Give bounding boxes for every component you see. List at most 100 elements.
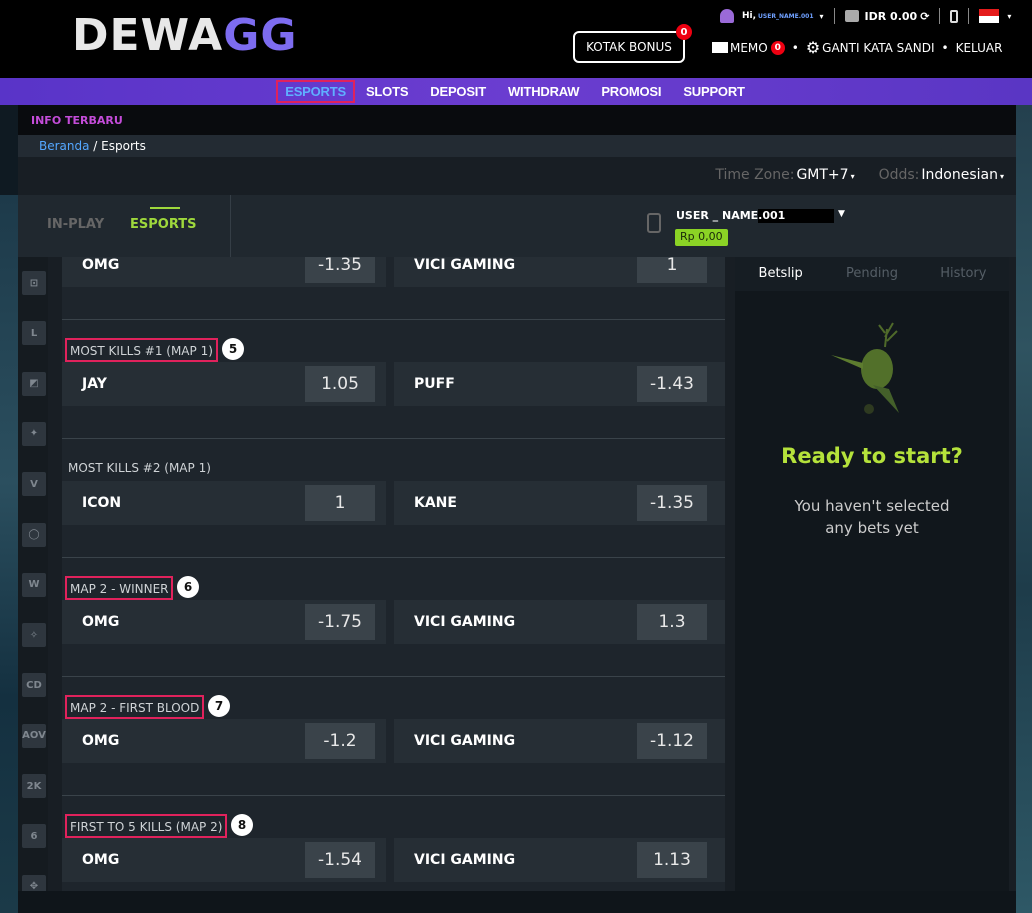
tab-pending[interactable]: Pending: [826, 257, 917, 291]
nav-item-slots[interactable]: SLOTS: [355, 84, 419, 99]
nav-item-deposit[interactable]: DEPOSIT: [419, 84, 497, 99]
odds-button[interactable]: 1.05: [305, 366, 375, 402]
aov-icon[interactable]: AOV: [22, 723, 46, 748]
team-name: VICI GAMING: [414, 852, 516, 868]
team-name: PUFF: [414, 376, 455, 392]
warcraft-icon[interactable]: W: [22, 572, 46, 597]
cod-icon[interactable]: CD: [22, 673, 46, 698]
selection-away[interactable]: VICI GAMING 1.3: [394, 600, 725, 644]
odds-select[interactable]: Indonesian ▾: [921, 167, 1004, 183]
betslip-empty-message: You haven't selected any bets yet: [735, 495, 1009, 539]
logout-link[interactable]: KELUAR: [956, 41, 1003, 55]
odds-button[interactable]: -1.43: [637, 366, 707, 402]
selection-away[interactable]: KANE -1.35: [394, 481, 725, 525]
selection-away[interactable]: VICI GAMING 1.13: [394, 838, 725, 882]
divider: [62, 795, 725, 796]
divider: [833, 8, 835, 24]
indonesia-flag-icon[interactable]: [979, 9, 1000, 23]
market-title: MOST KILLS #2 (MAP 1): [68, 461, 211, 475]
site-header: DEWAGG Hi, USER_NAME.001 ▾ IDR 0.00 ⟳ ▾ …: [0, 0, 1032, 78]
selection-home[interactable]: JAY 1.05: [62, 362, 386, 406]
selection-home[interactable]: OMG -1.54: [62, 838, 386, 882]
team-name: OMG: [82, 614, 120, 630]
logo-accent: GG: [223, 10, 298, 61]
username-link[interactable]: USER_NAME.001: [758, 13, 813, 20]
memo-link[interactable]: MEMO: [730, 41, 768, 55]
timezone-label: Time Zone:: [715, 167, 795, 183]
tab-in-play[interactable]: IN-PLAY: [47, 217, 104, 232]
odds-button[interactable]: 1: [637, 257, 707, 283]
lol-icon[interactable]: L: [22, 321, 46, 346]
odds-button[interactable]: -1.75: [305, 604, 375, 640]
market-list: OMG -1.35 VICI GAMING 1 MOST KILLS #1 (MAP 1…: [62, 257, 725, 891]
odds-button[interactable]: -1.2: [305, 723, 375, 759]
change-password-link[interactable]: GANTI KATA SANDI: [822, 41, 934, 55]
odds-button[interactable]: 1.3: [637, 604, 707, 640]
tab-betslip[interactable]: Betslip: [735, 257, 826, 291]
greeting: Hi,: [742, 11, 757, 21]
pad-icon[interactable]: ⊡: [22, 271, 46, 295]
divider: [230, 195, 231, 257]
team-name: JAY: [82, 376, 107, 392]
divider: [62, 676, 725, 677]
nav-item-promosi[interactable]: PROMOSI: [590, 84, 672, 99]
bonus-count-badge: 0: [676, 24, 692, 40]
selection-home[interactable]: ICON 1: [62, 481, 386, 525]
nav-item-withdraw[interactable]: WITHDRAW: [497, 84, 590, 99]
betslip-tabs: Betslip Pending History: [735, 257, 1009, 291]
nav-item-esports[interactable]: ESPORTS: [276, 80, 355, 103]
odds-button[interactable]: 1: [305, 485, 375, 521]
market-title: FIRST TO 5 KILLS (MAP 2): [65, 814, 228, 838]
odds-button[interactable]: -1.12: [637, 723, 707, 759]
selection-away[interactable]: VICI GAMING -1.12: [394, 719, 725, 763]
hots-icon[interactable]: V: [22, 472, 46, 497]
breadcrumb-separator: /: [89, 139, 102, 153]
bonus-box-button[interactable]: KOTAK BONUS 0: [573, 24, 692, 63]
gear-icon: ⚙: [805, 38, 821, 57]
market-row: OMG -1.35 VICI GAMING 1: [62, 257, 725, 321]
nba2k-icon[interactable]: 2K: [22, 774, 46, 798]
logo-main: DEWA: [72, 10, 224, 61]
chevron-down-icon: ▾: [850, 172, 855, 181]
market-row: MOST KILLS #2 (MAP 1) ICON 1 KANE -1.35: [62, 440, 725, 559]
wolf-icon[interactable]: ✧: [22, 623, 46, 648]
betslip-panel: Betslip Pending History Ready to start? …: [735, 257, 1009, 891]
breadcrumb-home-link[interactable]: Beranda: [39, 139, 89, 153]
betslip-empty-title: Ready to start?: [781, 444, 963, 468]
selection-away[interactable]: PUFF -1.43: [394, 362, 725, 406]
odds-button[interactable]: 1.13: [637, 842, 707, 878]
csgo-icon[interactable]: ✦: [22, 421, 46, 446]
user-icon: [720, 9, 734, 23]
odds-value: Indonesian: [921, 167, 998, 183]
overwatch-icon[interactable]: ◯: [22, 522, 46, 547]
nav-item-support[interactable]: SUPPORT: [672, 84, 755, 99]
market-row: MAP 2 - WINNER 6 OMG -1.75 VICI GAMING 1.3: [62, 559, 725, 678]
site-logo[interactable]: DEWAGG: [72, 12, 297, 60]
market-row: MOST KILLS #1 (MAP 1) 5 JAY 1.05 PUFF -1.43: [62, 321, 725, 440]
odds-label: Odds:: [878, 167, 920, 183]
odds-button[interactable]: -1.35: [637, 485, 707, 521]
user-dropdown-icon[interactable]: ▾: [820, 12, 824, 21]
divider: [62, 557, 725, 558]
selection-away[interactable]: VICI GAMING 1: [394, 257, 725, 287]
odds-button[interactable]: -1.35: [305, 257, 375, 283]
timezone-select[interactable]: GMT+7 ▾: [796, 167, 854, 183]
selection-home[interactable]: OMG -1.2: [62, 719, 386, 763]
dota-icon[interactable]: ◩: [22, 371, 46, 396]
tab-esports[interactable]: ESPORTS: [130, 207, 196, 232]
team-name: OMG: [82, 733, 120, 749]
game-sidebar: ⊡ L ◩ ✦ V ◯ W ✧ CD AOV 2K 6 ✥: [18, 257, 48, 913]
team-name: KANE: [414, 495, 457, 511]
language-dropdown-icon[interactable]: ▾: [1007, 12, 1011, 21]
mobile-icon[interactable]: [950, 9, 959, 23]
rainbow6-icon[interactable]: 6: [22, 824, 46, 849]
refresh-icon[interactable]: ⟳: [920, 10, 929, 23]
annotation-number-badge: 5: [222, 338, 244, 360]
account-dropdown-icon[interactable]: ▼: [838, 209, 845, 219]
selection-home[interactable]: OMG -1.35: [62, 257, 386, 287]
tab-history[interactable]: History: [918, 257, 1009, 291]
odds-button[interactable]: -1.54: [305, 842, 375, 878]
selection-home[interactable]: OMG -1.75: [62, 600, 386, 644]
market-row: FIRST TO 5 KILLS (MAP 2) 8 OMG -1.54 VICI GA…: [62, 797, 725, 891]
timezone-value: GMT+7: [796, 167, 849, 183]
